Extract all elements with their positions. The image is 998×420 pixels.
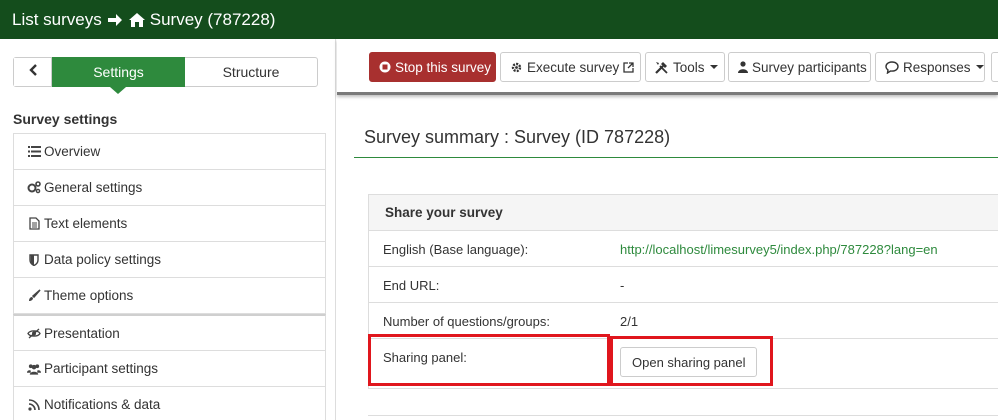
eye-slash-icon [27,326,41,340]
survey-toolbar: Stop this survey Execute survey Tools Su… [337,39,998,95]
sidebar-item-label: Text elements [44,216,128,231]
sidebar-item-general-settings[interactable]: General settings [13,170,326,206]
tools-dropdown-button[interactable]: Tools [645,52,725,82]
sidebar-item-label: Notifications & data [44,397,161,412]
caret-down-icon [975,65,984,69]
stop-circle-icon [379,61,391,73]
collapse-sidebar-button[interactable] [14,58,52,86]
tools-icon [655,61,669,74]
caret-down-icon [709,65,718,69]
survey-participants-label: Survey participants [752,59,867,75]
execute-survey-label: Execute survey [527,59,620,75]
home-icon [128,12,145,27]
top-breadcrumb-bar: List surveys Survey (787228) [0,0,998,39]
sidebar-item-label: Participant settings [44,361,159,376]
arrow-right-icon [107,13,123,27]
gears-icon [27,181,41,195]
highlight-box-button [610,336,773,386]
paintbrush-icon [27,289,41,303]
sidebar-item-presentation[interactable]: Presentation [13,314,326,351]
external-link-icon [623,61,634,73]
sidebar-item-overview[interactable]: Overview [13,134,326,170]
stop-survey-button[interactable]: Stop this survey [369,52,496,82]
sidebar-item-label: General settings [44,180,143,195]
row-value: 2/1 [620,314,639,329]
row-label: End URL: [383,278,440,293]
sidebar-item-data-policy-settings[interactable]: Data policy settings [13,242,326,278]
sidebar-item-label: Theme options [44,288,134,303]
sidebar: Settings Structure Survey settings Overv… [0,39,336,420]
sidebar-item-label: Presentation [44,325,120,341]
sidebar-item-theme-options[interactable]: Theme options [13,278,326,314]
rss-icon [27,398,41,412]
sidebar-tabs: Settings Structure [13,57,318,94]
survey-settings-menu: Overview General settings Text elements … [13,133,326,420]
responses-dropdown-button[interactable]: Responses [875,52,985,82]
main-content: Stop this survey Execute survey Tools Su… [337,39,998,420]
toolbar-overflow-button[interactable] [991,52,998,82]
table-row: End URL: - [369,267,998,303]
shield-icon [27,253,41,267]
file-text-icon [27,217,41,231]
tab-settings[interactable]: Settings [52,57,185,94]
sidebar-item-label: Overview [44,144,101,159]
survey-url-link[interactable]: http://localhost/limesurvey5/index.php/7… [620,242,938,257]
breadcrumb-survey[interactable]: Survey (787228) [150,10,276,30]
list-icon [27,145,41,159]
user-icon [738,61,748,73]
page-title: Survey summary : Survey (ID 787228) [364,127,671,147]
row-value: - [620,278,625,293]
row-label: Number of questions/groups: [383,314,550,329]
comments-icon [885,60,899,74]
users-icon [27,362,41,376]
sidebar-item-notifications-data[interactable]: Notifications & data [13,387,326,420]
sidebar-item-participant-settings[interactable]: Participant settings [13,351,326,387]
execute-survey-button[interactable]: Execute survey [500,52,641,82]
chevron-left-icon [28,63,38,81]
breadcrumb-list-surveys[interactable]: List surveys [12,10,102,30]
tab-structure[interactable]: Structure [185,58,317,86]
responses-label: Responses [903,59,971,75]
tools-label: Tools [673,59,705,75]
section-title-survey-settings: Survey settings [13,111,118,127]
sidebar-item-text-elements[interactable]: Text elements [13,206,326,242]
sidebar-item-label: Data policy settings [44,252,162,267]
row-label: English (Base language): [383,242,529,257]
next-panel-edge [368,415,998,420]
gear-icon [510,61,523,74]
table-row: English (Base language): http://localhos… [369,231,998,267]
title-divider [354,157,998,158]
highlight-box-label [368,334,610,386]
stop-survey-label: Stop this survey [395,59,492,75]
panel-title: Share your survey [369,195,998,231]
survey-participants-button[interactable]: Survey participants [728,52,871,82]
